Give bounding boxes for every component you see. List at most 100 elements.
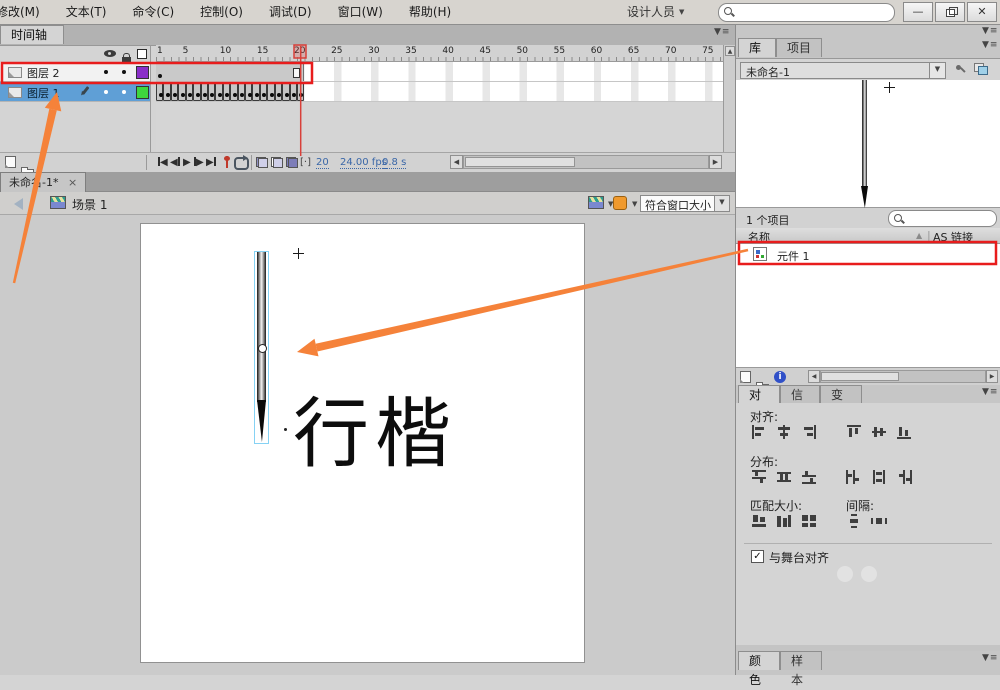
- tab-info[interactable]: 信息: [780, 385, 820, 421]
- align-right-button[interactable]: [801, 425, 823, 445]
- pin-library-icon[interactable]: [954, 63, 966, 75]
- library-search-box[interactable]: [888, 210, 997, 227]
- keyframe-cell[interactable]: [282, 82, 290, 101]
- panel-menu-icon[interactable]: ▼≡: [982, 26, 998, 36]
- menu-modify[interactable]: 修改(M): [0, 0, 53, 24]
- distribute-horizontal-center-button[interactable]: [871, 470, 893, 490]
- properties-icon[interactable]: i: [774, 371, 786, 383]
- scroll-up-icon[interactable]: ▲: [725, 46, 735, 56]
- tab-align[interactable]: 对齐: [738, 385, 780, 421]
- document-tab[interactable]: 未命名-1* ×: [0, 172, 87, 192]
- tab-transform[interactable]: 变形: [820, 385, 862, 421]
- outline-all-layers-icon[interactable]: [137, 49, 147, 59]
- keyframe-cell[interactable]: [245, 82, 253, 101]
- edit-multiple-frames-icon[interactable]: [286, 157, 298, 168]
- layer-row-2[interactable]: 图层 2: [0, 62, 150, 82]
- keyframe-cell[interactable]: [163, 82, 171, 101]
- step-forward-button[interactable]: ▶: [194, 156, 204, 169]
- align-bottom-button[interactable]: [896, 425, 918, 445]
- layer-visible-dot[interactable]: [104, 90, 108, 94]
- menu-window[interactable]: 窗口(W): [325, 0, 396, 24]
- show-hide-all-layers-icon[interactable]: [104, 50, 116, 57]
- scene-breadcrumb[interactable]: 场景 1: [72, 196, 107, 213]
- keyframe-cell[interactable]: [178, 82, 186, 101]
- layer-outline-color-swatch[interactable]: [136, 86, 149, 99]
- distribute-vertical-center-button[interactable]: [776, 470, 798, 490]
- keyframe-cell[interactable]: [296, 82, 305, 101]
- align-vertical-center-button[interactable]: [871, 425, 893, 445]
- align-left-button[interactable]: [751, 425, 773, 445]
- layer-name[interactable]: 图层 2: [27, 65, 60, 81]
- close-button[interactable]: ✕: [967, 2, 997, 22]
- new-symbol-icon[interactable]: [740, 371, 751, 383]
- keyframe-cell[interactable]: [237, 82, 246, 101]
- space-evenly-horizontally-button[interactable]: [871, 514, 893, 534]
- distribute-right-edge-button[interactable]: [896, 470, 918, 490]
- tab-library[interactable]: 库: [738, 38, 776, 57]
- chevron-down-icon[interactable]: ▼: [714, 196, 729, 211]
- align-top-button[interactable]: [846, 425, 868, 445]
- scrollbar-thumb[interactable]: [465, 157, 575, 167]
- tab-timeline[interactable]: 时间轴: [0, 25, 64, 44]
- scroll-right-icon[interactable]: ▶: [986, 370, 998, 383]
- onion-skin-icon[interactable]: [256, 157, 268, 168]
- sort-ascending-icon[interactable]: ▲: [916, 231, 922, 240]
- close-document-icon[interactable]: ×: [62, 176, 77, 189]
- panel-menu-icon[interactable]: ▼≡: [714, 27, 730, 37]
- layer1-frames[interactable]: [156, 82, 723, 102]
- match-height-button[interactable]: [776, 514, 798, 534]
- column-as-linkage[interactable]: AS 链接: [933, 229, 973, 245]
- app-search-box[interactable]: [718, 3, 895, 22]
- keyframe-cell[interactable]: [156, 82, 164, 101]
- distribute-top-edge-button[interactable]: [751, 470, 773, 490]
- minimize-button[interactable]: —: [903, 2, 933, 22]
- scrollbar-thumb[interactable]: [821, 372, 899, 381]
- frame-rate-value[interactable]: 24.00 fps: [340, 157, 387, 169]
- match-width-and-height-button[interactable]: [801, 514, 823, 534]
- layer-visible-dot[interactable]: [104, 70, 108, 74]
- distribute-left-edge-button[interactable]: [846, 470, 868, 490]
- modify-markers-icon[interactable]: [·]: [300, 156, 311, 169]
- keyframe-cell[interactable]: [252, 82, 260, 101]
- edit-scene-icon[interactable]: [588, 196, 604, 209]
- tab-color[interactable]: 颜色: [738, 651, 780, 687]
- library-document-select[interactable]: 未命名-1 ▼: [740, 62, 946, 79]
- panel-menu-icon[interactable]: ▼≡: [982, 653, 998, 663]
- keyframe-cell[interactable]: [289, 82, 297, 101]
- canvas-workspace[interactable]: 行楷: [0, 215, 735, 675]
- calligraphy-text[interactable]: 行楷: [293, 392, 457, 476]
- layer2-frames[interactable]: [156, 62, 723, 82]
- stage-align-checkbox[interactable]: ✓: [751, 550, 764, 563]
- keyframe-cell[interactable]: [193, 82, 201, 101]
- new-library-panel-icon[interactable]: [974, 63, 988, 75]
- scroll-left-icon[interactable]: ◀: [808, 370, 820, 383]
- layer-outline-color-swatch[interactable]: [136, 66, 149, 79]
- play-button[interactable]: ▶: [183, 156, 191, 169]
- menu-text[interactable]: 文本(T): [53, 0, 120, 24]
- scroll-left-icon[interactable]: ◀: [450, 155, 463, 169]
- layer-frames-divider[interactable]: [150, 45, 151, 152]
- workspace-switcher[interactable]: 设计人员 ▼: [627, 0, 684, 24]
- go-to-last-frame-button[interactable]: ▶: [206, 156, 216, 169]
- edit-symbols-icon[interactable]: [613, 196, 627, 210]
- layer-row-1-selected[interactable]: 图层 1: [0, 82, 150, 102]
- menu-commands[interactable]: 命令(C): [119, 0, 187, 24]
- layer2-frame-span[interactable]: [156, 62, 304, 81]
- library-item-row[interactable]: 元件 1: [736, 244, 1000, 264]
- keyframe-cell[interactable]: [207, 82, 216, 101]
- keyframe-cell[interactable]: [170, 82, 179, 101]
- keyframe-cell[interactable]: [215, 82, 223, 101]
- space-evenly-vertically-button[interactable]: [846, 514, 868, 534]
- distribute-bottom-edge-button[interactable]: [801, 470, 823, 490]
- menu-debug[interactable]: 调试(D): [256, 0, 325, 24]
- loop-playback-icon[interactable]: [234, 155, 249, 170]
- align-horizontal-center-button[interactable]: [776, 425, 798, 445]
- layer-name[interactable]: 图层 1: [27, 85, 60, 101]
- current-frame-value[interactable]: 20: [316, 157, 329, 169]
- menu-help[interactable]: 帮助(H): [396, 0, 464, 24]
- restore-button[interactable]: [935, 2, 965, 22]
- brush-symbol-instance[interactable]: [254, 251, 269, 444]
- scroll-right-icon[interactable]: ▶: [709, 155, 722, 169]
- stage-zoom-select[interactable]: 符合窗口大小 ▼: [640, 195, 730, 212]
- center-frame-icon[interactable]: [224, 156, 230, 168]
